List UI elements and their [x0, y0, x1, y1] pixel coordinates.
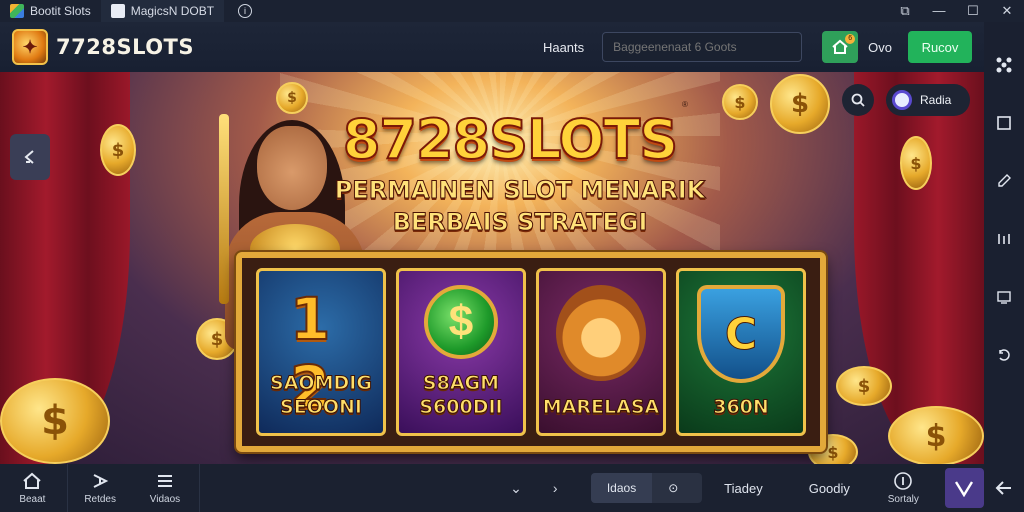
bottom-nav-share[interactable]: Retdes: [68, 464, 133, 512]
rotate-icon[interactable]: [984, 326, 1024, 384]
external-icon[interactable]: ⧉: [888, 0, 922, 22]
app-cube-icon: [10, 4, 24, 18]
back-button[interactable]: [984, 464, 1024, 512]
shield-icon: C: [697, 285, 785, 383]
info-circle-icon: [894, 472, 913, 490]
action-button[interactable]: Rucov: [908, 31, 972, 63]
game-cards-frame: 1 2 SAOMDIG SEOONI $ S8AGM S600DII MARELAS…: [236, 252, 826, 452]
divider: [199, 464, 201, 512]
bottom-toolbar: Beaat Retdes Vidaos ⌄ › Idaos ⊙ 3 Tiadey…: [0, 464, 984, 512]
segment-record[interactable]: ⊙ 3: [652, 473, 702, 503]
grid-icon[interactable]: [984, 36, 1024, 94]
card-label: 360N: [713, 396, 770, 419]
split-icon[interactable]: [984, 210, 1024, 268]
info-icon[interactable]: i: [238, 4, 253, 18]
bottom-link-goodly[interactable]: Goodiy: [809, 481, 850, 496]
coin-decoration: $: [900, 136, 932, 190]
brand-logo[interactable]: ✦: [12, 29, 48, 65]
maximize-icon[interactable]: ☐: [956, 0, 990, 22]
chevron-right-icon[interactable]: ›: [536, 480, 575, 496]
coin-decoration: $: [836, 366, 892, 406]
card-label: S8AGM S600DII: [419, 372, 503, 419]
app-header: ✦ 7728SLOTS Haants 6 Ovo Rucov: [0, 22, 984, 72]
promo-banner[interactable]: $ $ $ $ $ $ $ $ $ $ 8728SLOTS ® PERMAINE…: [0, 72, 984, 464]
tab-bootit-slots[interactable]: Bootit Slots: [0, 0, 101, 22]
v-logo-icon: [955, 481, 974, 497]
game-card-1[interactable]: 1 2 SAOMDIG SEOONI: [256, 268, 386, 436]
coin-decoration: $: [100, 124, 136, 176]
settings-button[interactable]: Sortaly: [872, 471, 935, 505]
dollar-coin-icon: $: [424, 285, 498, 359]
close-icon[interactable]: ✕: [990, 0, 1024, 22]
user-chip[interactable]: Radia: [886, 84, 970, 116]
back-arrow-icon: [24, 150, 34, 164]
bottom-link-today[interactable]: Tiadey: [724, 481, 763, 496]
minimize-icon[interactable]: —: [922, 0, 956, 22]
coin-decoration: $: [0, 378, 110, 464]
back-arrow-button[interactable]: [10, 134, 50, 180]
lion-icon: [556, 285, 646, 381]
home-button[interactable]: 6: [822, 31, 859, 63]
home-icon: [23, 472, 42, 489]
expand-icon[interactable]: [984, 94, 1024, 152]
banner-subtitle-line2: BERBAIS STRATEGI: [392, 208, 648, 237]
segmented-control: Idaos ⊙ 3: [590, 473, 703, 503]
chevron-down-icon[interactable]: ⌄: [496, 480, 535, 497]
registered-mark: ®: [682, 100, 688, 109]
avatar: [892, 90, 912, 110]
card-label: MARELASA: [542, 396, 660, 419]
user-label: Radia: [920, 93, 952, 107]
game-card-3[interactable]: MARELASA: [536, 268, 666, 436]
search-icon: [851, 93, 865, 107]
banner-search-button[interactable]: [842, 84, 874, 116]
segment-videos[interactable]: Idaos: [590, 473, 653, 503]
list-icon: [157, 474, 172, 487]
coin-decoration: $: [770, 74, 830, 134]
vip-button[interactable]: [944, 468, 984, 508]
screen-icon[interactable]: [984, 268, 1024, 326]
notification-badge: 6: [845, 34, 856, 44]
arrow-left-icon: [995, 481, 1011, 495]
bottom-nav-videos[interactable]: Vidaos: [133, 464, 198, 512]
edit-icon[interactable]: [984, 152, 1024, 210]
share-icon: [93, 473, 109, 488]
banner-title: 8728SLOTS: [342, 107, 679, 172]
window-controls: ⧉ — ☐ ✕: [888, 0, 1024, 22]
right-sidebar: [984, 22, 1024, 512]
game-card-4[interactable]: C 360N: [676, 268, 806, 436]
coin-decoration: $: [722, 84, 758, 120]
header-nav-link[interactable]: Haants: [543, 40, 584, 55]
header-counter: Ovo: [868, 39, 892, 55]
brand-name[interactable]: 7728SLOTS: [56, 35, 194, 59]
game-card-2[interactable]: $ S8AGM S600DII: [396, 268, 526, 436]
coin-decoration: $: [276, 82, 308, 114]
header-nav: Haants 6 Ovo Rucov: [543, 31, 972, 63]
tab-label: Bootit Slots: [30, 4, 91, 18]
coin-decoration: $: [888, 406, 984, 464]
tab-label: MagicsN DOBT: [130, 4, 215, 18]
search-input[interactable]: [602, 32, 803, 62]
window-titlebar: Bootit Slots MagicsN DOBT i ⧉ — ☐ ✕: [0, 0, 1024, 22]
card-label: SAOMDIG SEOONI: [270, 372, 373, 419]
bottom-nav-home[interactable]: Beaat: [0, 464, 65, 512]
banner-subtitle-line1: PERMAINEN SLOT MENARIK: [334, 176, 706, 205]
app-page-icon: [110, 4, 125, 18]
tab-magics[interactable]: MagicsN DOBT: [100, 0, 225, 22]
curtain-right: [854, 72, 984, 464]
